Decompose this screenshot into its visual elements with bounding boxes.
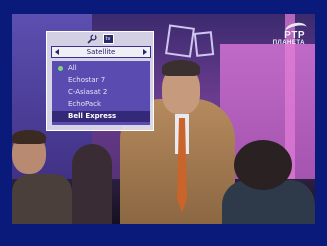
list-item-label: C-Asiasat 2 <box>68 88 108 96</box>
list-item[interactable]: All <box>52 63 150 74</box>
list-item-selected[interactable]: Bell Express <box>52 111 150 122</box>
wall-frame <box>193 31 215 57</box>
active-dot-icon <box>58 66 63 71</box>
satellite-menu: tv Satellite All Echostar 7 C-Asiasat 2 … <box>46 31 154 131</box>
list-item-label: Echostar 7 <box>68 76 106 84</box>
list-item-label: All <box>68 64 77 72</box>
presenter-hair <box>162 60 200 76</box>
tv-icon[interactable]: tv <box>102 33 114 44</box>
list-item[interactable]: C-Asiasat 2 <box>52 87 150 98</box>
satellite-selector-label: Satellite <box>86 48 116 56</box>
chevron-right-icon[interactable] <box>142 49 147 55</box>
channel-logo: РТР ПЛАНЕТА <box>272 20 309 46</box>
audience-member-left-body <box>12 174 72 224</box>
wall-frame <box>165 24 195 58</box>
list-item[interactable]: EchoPack <box>52 99 150 110</box>
channel-logo-line2: ПЛАНЕТА <box>272 40 305 46</box>
chevron-left-icon[interactable] <box>55 49 59 55</box>
satellite-list: All Echostar 7 C-Asiasat 2 EchoPack Bell… <box>51 60 151 126</box>
audience-member-left-hair <box>12 130 46 144</box>
satellite-selector[interactable]: Satellite <box>51 46 151 58</box>
list-item[interactable]: Echostar 7 <box>52 75 150 86</box>
audience-member-right-head <box>234 140 292 190</box>
list-item-label: Bell Express <box>68 112 117 120</box>
tv-frame: РТР ПЛАНЕТА tv Satellite All Echostar 7 … <box>0 0 327 246</box>
menu-toolbar: tv <box>47 32 153 45</box>
person-background <box>72 144 112 224</box>
list-item-label: EchoPack <box>68 100 102 108</box>
